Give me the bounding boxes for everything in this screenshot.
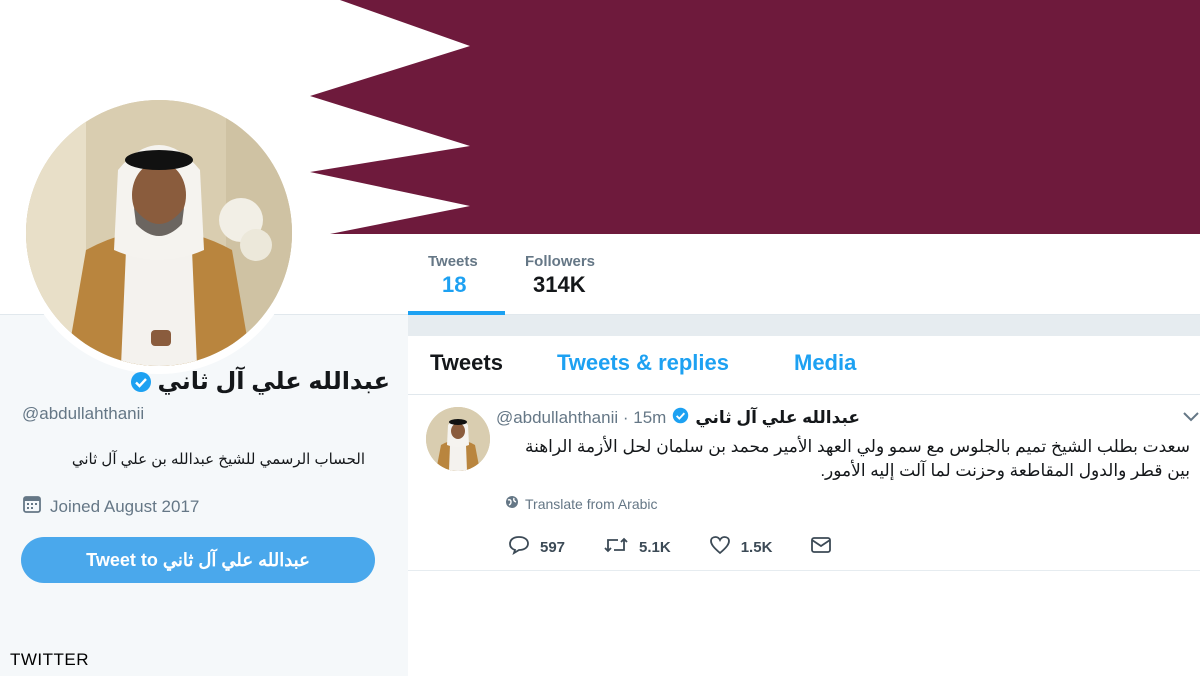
message-icon [810,536,832,558]
direct-message-button[interactable] [810,536,832,558]
retweet-icon [603,535,629,559]
like-count: 1.5K [740,538,773,556]
retweet-button[interactable]: 5.1K [603,535,671,559]
calendar-icon [22,494,42,519]
tab-tweets[interactable]: Tweets [430,350,503,376]
stat-tweets[interactable]: Tweets 18 [428,253,478,298]
tweet-author-name[interactable]: عبدالله علي آل ثاني [695,408,860,428]
stat-followers[interactable]: Followers 314K [525,253,595,298]
stat-tweets-label: Tweets [428,253,478,270]
tweet-header: عبدالله علي آل ثاني @abdullahthanii · 15… [496,407,860,429]
profile-name-text: عبدالله علي آل ثاني [157,368,391,395]
tweet-to-button[interactable]: Tweet to عبدالله علي آل ثاني [21,537,375,583]
source-watermark: TWITTER [10,650,90,669]
reply-count: 597 [540,538,566,556]
tweet-avatar-image [426,407,490,471]
active-stat-indicator [408,311,505,315]
reply-icon [508,535,530,559]
stat-followers-value: 314K [533,272,586,297]
profile-handle: @abdullahthanii [22,404,145,423]
tweet-text: سعدت بطلب الشيخ تميم بالجلوس مع سمو ولي … [524,437,1190,480]
stat-followers-label: Followers [525,253,596,270]
joined-text: Joined August 2017 [50,496,200,516]
like-icon [709,535,731,559]
profile-name: عبدالله علي آل ثاني [130,367,391,396]
reply-button[interactable]: 597 [508,535,565,559]
avatar-photo [26,100,292,366]
profile-bio: الحساب الرسمي للشيخ عبدالله بن علي آل ثا… [71,451,365,468]
tab-media[interactable]: Media [794,350,856,376]
profile-avatar[interactable] [18,92,300,374]
profile-joined: Joined August 2017 [22,494,199,519]
stat-tweets-value: 18 [442,272,467,297]
tweet-time[interactable]: 15m [633,408,666,427]
retweet-count: 5.1K [639,538,671,556]
tweet-actions: 597 5.1K 1.5K [508,535,870,559]
tweet-meta: @abdullahthanii · 15m [495,408,667,427]
tweet-avatar[interactable] [426,407,490,471]
verified-icon [672,407,689,429]
globe-icon [505,495,519,512]
tweet-item[interactable]: عبدالله علي آل ثاني @abdullahthanii · 15… [408,395,1200,571]
avatar-portrait-image [26,100,292,366]
translate-text: Translate from Arabic [525,495,658,512]
verified-icon [130,371,152,393]
timeline-tabs: Tweets Tweets & replies Media [408,336,1200,395]
tab-tweets-replies[interactable]: Tweets & replies [557,350,729,376]
tweet-author-handle[interactable]: @abdullahthanii [496,408,618,427]
translate-link[interactable]: Translate from Arabic [505,495,658,512]
timeline-panel: Tweets Tweets & replies Media عبدالله عل… [408,336,1200,676]
like-button[interactable]: 1.5K [709,535,773,559]
chevron-down-icon[interactable] [1183,409,1199,425]
